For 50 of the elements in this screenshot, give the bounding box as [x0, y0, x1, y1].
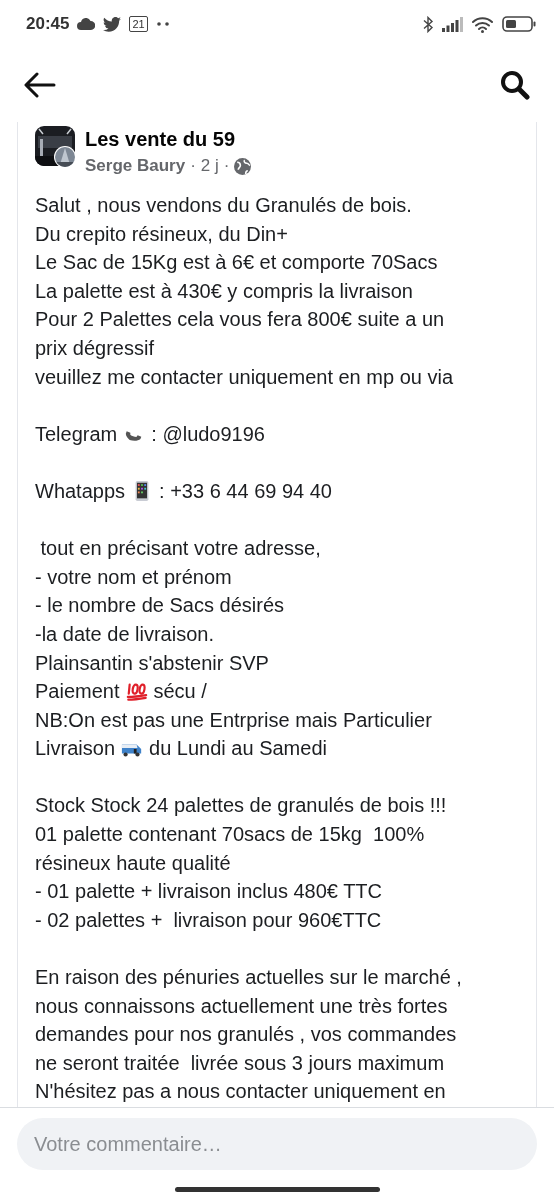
post-text-line: Du crepito résineux, du Din+ — [35, 221, 289, 247]
separator: · — [223, 156, 230, 176]
post-text-line: La palette est à 430€ y compris la livraison — [35, 278, 414, 304]
separator: · — [190, 156, 196, 176]
post-text-line: Plainsantin s'abstenir SVP — [35, 650, 270, 676]
post-text: : @ludo9196 — [151, 421, 265, 447]
post-text-line: Pour 2 Palettes cela vous fera 800€ suite a un — [35, 307, 446, 333]
post-text-line: - le nombre de Sacs désirés — [35, 593, 285, 619]
post-text-line: 01 palette contenant 70sacs de 15kg 100% — [35, 822, 426, 848]
post-text-line: Le Sac de 15Kg est à 6€ et comporte 70Sacs — [35, 250, 439, 276]
author-name[interactable]: Serge Baury — [85, 156, 186, 176]
post-text-line: Salut , nous vendons du Granulés de bois. — [35, 193, 413, 218]
post-text-line: nous connaissons actuellement une très fortes — [35, 993, 449, 1019]
post-text-line: - votre nom et prénom — [35, 564, 233, 590]
post-text: Livraison — [35, 736, 116, 762]
post-text: sécu / — [153, 679, 207, 705]
group-name[interactable]: Les vente du 59 — [85, 126, 252, 152]
post-age[interactable]: 2 j — [200, 156, 219, 176]
post-text-line: tout en précisant votre adresse, — [39, 536, 322, 562]
search-icon[interactable] — [500, 70, 530, 100]
comment-field[interactable]: Votre commentaire… — [17, 1118, 537, 1170]
post-text-line: En raison des pénuries actuelles sur le marché , — [35, 965, 463, 991]
calendar-badge: 21 — [129, 16, 148, 32]
bird-icon — [103, 16, 122, 32]
bluetooth-icon — [423, 15, 434, 33]
post-text: du Lundi au Samedi — [149, 736, 327, 762]
back-arrow-icon[interactable] — [24, 72, 56, 98]
post-text: Telegram — [35, 421, 118, 447]
battery-icon — [502, 16, 536, 32]
wifi-icon — [472, 15, 494, 33]
post-text-line: -la date de livraison. — [35, 621, 215, 647]
post-text-line: Stock Stock 24 palettes de granulés de bois !!! — [35, 793, 448, 819]
post-text-line: résineux haute qualité — [35, 850, 232, 876]
post-text: : +33 6 44 69 94 40 — [159, 478, 332, 504]
post-text: Whatapps — [35, 478, 126, 504]
hundred-points-icon — [125, 680, 148, 703]
post-text-line: - 02 palettes + livraison pour 960€TTC — [35, 907, 383, 933]
post-text-line: N'hésitez pas a nous contacter uniquement en — [35, 1079, 447, 1105]
post-text: Paiement — [35, 679, 120, 705]
post-text-line: veuillez me contacter uniquement en mp ou via — [35, 364, 454, 390]
clock-time: 20:45 — [26, 14, 70, 34]
post-text-line: prix dégressif — [35, 335, 155, 361]
globe-icon — [234, 157, 252, 175]
post-text-line: NB:On est pas une Entrprise mais Particulier — [35, 707, 433, 733]
signal-icon — [442, 16, 464, 32]
cloud-icon — [77, 18, 96, 30]
post-text-line: ne seront traitée livrée sous 3 jours maximum — [35, 1050, 446, 1076]
post-text-line: demandes pour nos granulés , vos commandes — [35, 1022, 458, 1048]
post-text-line: - 01 palette + livraison inclus 480€ TTC — [35, 879, 384, 905]
more-icon — [155, 22, 170, 26]
